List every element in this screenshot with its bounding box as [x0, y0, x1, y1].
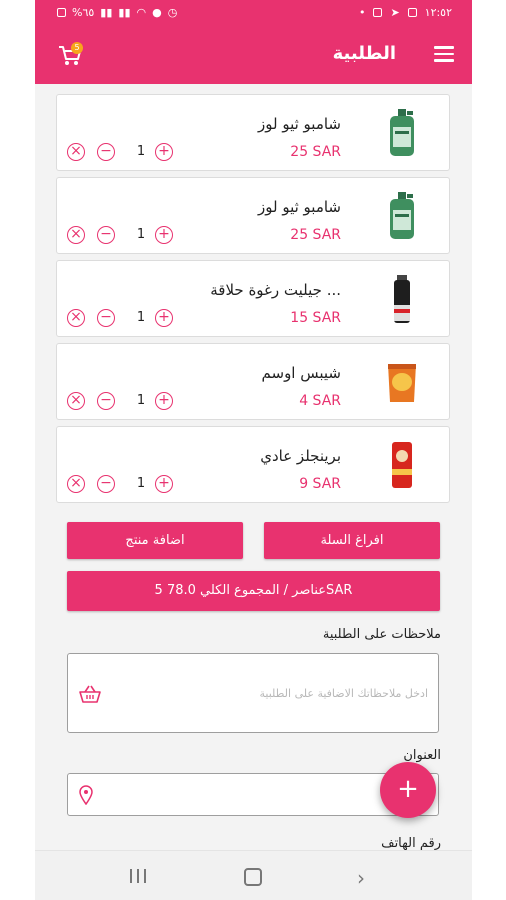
- monitor-icon: [373, 8, 383, 17]
- increase-quantity-button[interactable]: +: [155, 226, 173, 244]
- status-left: %٦٥ ▮▮ ▮▮ ◠ ● ◷: [57, 6, 177, 19]
- back-icon[interactable]: ›: [357, 866, 365, 890]
- remove-item-button[interactable]: ×: [67, 143, 85, 161]
- address-label: العنوان: [403, 748, 441, 763]
- location-icon: ●: [152, 6, 162, 19]
- increase-quantity-button[interactable]: +: [155, 392, 173, 410]
- product-price: 25 SAR: [290, 144, 341, 160]
- cart-item: شامبو ثيو لوز 25 SAR × − 1 +: [56, 94, 450, 171]
- product-price: 25 SAR: [290, 227, 341, 243]
- page-title: الطلبية: [332, 43, 396, 64]
- shampoo-bottle-icon: [390, 192, 414, 239]
- quantity-value: 1: [136, 476, 146, 491]
- increase-quantity-button[interactable]: +: [155, 475, 173, 493]
- product-name: شامبو ثيو لوز: [258, 115, 341, 133]
- cart-item: برينجلز عادي 9 SAR × − 1 +: [56, 426, 450, 503]
- quantity-value: 1: [136, 227, 146, 242]
- quantity-value: 1: [136, 393, 146, 408]
- empty-cart-button[interactable]: افراغ السلة: [264, 522, 440, 559]
- menu-icon[interactable]: [434, 46, 454, 62]
- wifi-icon: ◠: [136, 6, 147, 19]
- add-product-button[interactable]: اضافة منتج: [67, 522, 243, 559]
- recents-icon[interactable]: [130, 869, 146, 883]
- image-icon: [407, 8, 417, 17]
- signal-icon: ▮▮: [118, 6, 131, 19]
- shaving-foam-can-icon: [394, 275, 410, 323]
- cart-total-summary: 5 عناصر / المجموع الكلي 78.0SAR: [67, 571, 440, 611]
- product-price: 4 SAR: [299, 393, 341, 409]
- product-name: برينجلز عادي: [260, 447, 341, 465]
- decrease-quantity-button[interactable]: −: [97, 143, 115, 161]
- app-toolbar: 5 الطلبية: [35, 26, 472, 84]
- shampoo-bottle-icon: [390, 109, 414, 156]
- pringles-can-icon: [392, 442, 412, 488]
- home-icon[interactable]: [244, 868, 262, 886]
- telegram-icon: ➤: [390, 6, 400, 19]
- cart-item: جيليت رغوة حلاقة ... 15 SAR × − 1 +: [56, 260, 450, 337]
- battery-icon: [57, 8, 66, 17]
- remove-item-button[interactable]: ×: [67, 475, 85, 493]
- product-image: [383, 107, 421, 159]
- cart-count-badge: 5: [71, 42, 83, 54]
- notes-placeholder: ادخل ملاحظاتك الاضافية على الطلبية: [259, 687, 428, 700]
- system-navigation-bar: ›: [35, 850, 472, 900]
- notes-field[interactable]: ادخل ملاحظاتك الاضافية على الطلبية: [67, 653, 439, 733]
- product-image: [383, 356, 421, 408]
- dot-icon: •: [358, 6, 366, 19]
- status-right: • ➤ ١٢:٥٢: [359, 6, 452, 19]
- decrease-quantity-button[interactable]: −: [97, 475, 115, 493]
- increase-quantity-button[interactable]: +: [155, 309, 173, 327]
- product-image: [383, 190, 421, 242]
- decrease-quantity-button[interactable]: −: [97, 226, 115, 244]
- remove-item-button[interactable]: ×: [67, 392, 85, 410]
- product-name: جيليت رغوة حلاقة ...: [210, 281, 341, 299]
- battery-level: %٦٥: [72, 6, 95, 19]
- product-price: 15 SAR: [290, 310, 341, 326]
- product-image: [383, 439, 421, 491]
- status-bar: %٦٥ ▮▮ ▮▮ ◠ ● ◷ • ➤ ١٢:٥٢: [35, 0, 472, 26]
- decrease-quantity-button[interactable]: −: [97, 309, 115, 327]
- phone-label: رقم الهاتف: [381, 836, 441, 851]
- decrease-quantity-button[interactable]: −: [97, 392, 115, 410]
- cart-item: شيبس اوسم 4 SAR × − 1 +: [56, 343, 450, 420]
- product-name: شامبو ثيو لوز: [258, 198, 341, 216]
- notes-label: ملاحظات على الطلبية: [322, 627, 441, 642]
- app-screen: %٦٥ ▮▮ ▮▮ ◠ ● ◷ • ➤ ١٢:٥٢ 5 الطلبية شامب…: [35, 0, 472, 900]
- basket-icon: [79, 685, 101, 703]
- product-price: 9 SAR: [299, 476, 341, 492]
- chips-bag-icon: [388, 364, 416, 402]
- quantity-value: 1: [136, 144, 146, 159]
- remove-item-button[interactable]: ×: [67, 309, 85, 327]
- location-pin-icon: [79, 785, 93, 805]
- remove-item-button[interactable]: ×: [67, 226, 85, 244]
- add-fab-button[interactable]: +: [380, 762, 436, 818]
- quantity-value: 1: [136, 310, 146, 325]
- product-image: [383, 273, 421, 325]
- product-name: شيبس اوسم: [261, 364, 341, 382]
- alarm-icon: ◷: [167, 6, 178, 19]
- status-time: ١٢:٥٢: [424, 6, 452, 19]
- cart-item: شامبو ثيو لوز 25 SAR × − 1 +: [56, 177, 450, 254]
- signal-icon: ▮▮: [100, 6, 113, 19]
- increase-quantity-button[interactable]: +: [155, 143, 173, 161]
- cart-button[interactable]: 5: [57, 42, 87, 72]
